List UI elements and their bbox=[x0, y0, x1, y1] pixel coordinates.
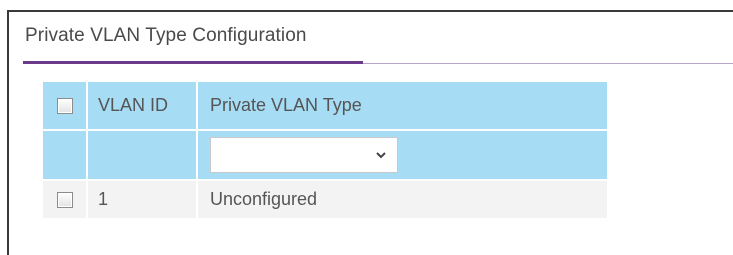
row-checkbox-cell bbox=[43, 180, 88, 218]
table-row[interactable]: 1 Unconfigured bbox=[43, 180, 607, 218]
config-panel: Private VLAN Type Configuration VLAN ID … bbox=[7, 10, 733, 255]
filter-type-cell bbox=[197, 130, 607, 181]
filter-vlan-id-cell bbox=[87, 130, 198, 181]
table-header-row: VLAN ID Private VLAN Type bbox=[43, 82, 607, 131]
row-private-vlan-type: Unconfigured bbox=[210, 189, 318, 209]
private-vlan-type-table: VLAN ID Private VLAN Type 1 Unconfigured bbox=[43, 82, 607, 218]
header-checkbox-cell bbox=[43, 82, 88, 131]
private-vlan-type-select[interactable] bbox=[210, 137, 398, 173]
panel-title: Private VLAN Type Configuration bbox=[25, 25, 307, 46]
title-underline-accent bbox=[23, 61, 363, 64]
row-vlan-id: 1 bbox=[87, 180, 198, 218]
column-header-private-vlan-type[interactable]: Private VLAN Type bbox=[197, 82, 607, 131]
row-checkbox[interactable] bbox=[57, 191, 73, 208]
filter-checkbox-cell bbox=[43, 130, 88, 181]
table-filter-row bbox=[43, 130, 607, 181]
chevron-down-icon bbox=[375, 145, 387, 170]
column-header-vlan-id[interactable]: VLAN ID bbox=[87, 82, 198, 131]
select-all-checkbox[interactable] bbox=[57, 97, 73, 114]
